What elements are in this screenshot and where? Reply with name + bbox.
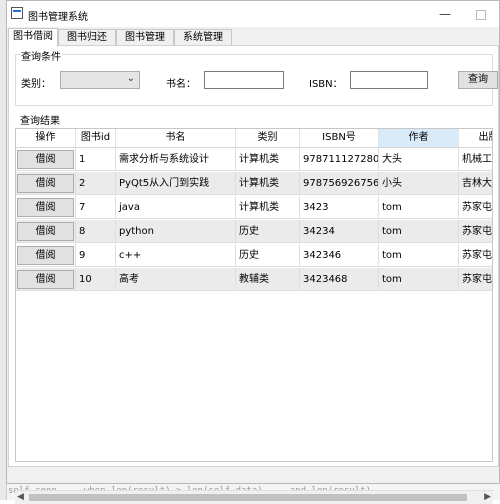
tab-return[interactable]: 图书归还 bbox=[58, 29, 116, 45]
app-window: 图书管理系统 — 图书借阅 图书归还 图书管理 系统管理 查询条件 类别： ⌄ … bbox=[6, 0, 500, 504]
tab-manage[interactable]: 图书管理 bbox=[116, 29, 174, 45]
cell-id[interactable]: 2 bbox=[76, 172, 116, 195]
cell-publisher[interactable]: 吉林大学 bbox=[459, 172, 492, 195]
cell-author[interactable]: tom bbox=[379, 220, 459, 243]
tab-system[interactable]: 系统管理 bbox=[174, 29, 232, 45]
table-row[interactable]: 借阅1需求分析与系统设计计算机类9787111272809大头机械工业 bbox=[16, 148, 492, 171]
column-header-title[interactable]: 书名 bbox=[116, 129, 236, 148]
cell-publisher[interactable]: 苏家屯 bbox=[459, 268, 492, 291]
cell-author[interactable]: tom bbox=[379, 244, 459, 267]
table-row[interactable]: 借阅 7 java 计算机类 3423 tom 苏家屯 bbox=[16, 196, 492, 219]
maximize-button[interactable] bbox=[463, 1, 499, 27]
table-row[interactable]: 借阅 9 c++ 历史 342346 tom 苏家屯 bbox=[16, 244, 492, 267]
tab-borrow[interactable]: 图书借阅 bbox=[8, 28, 58, 47]
cell-title[interactable]: java bbox=[116, 196, 236, 219]
cell-author[interactable]: 小头 bbox=[379, 172, 459, 195]
cell-publisher[interactable]: 苏家屯 bbox=[459, 196, 492, 219]
tab-pane-borrow: 查询条件 类别： ⌄ 书名： ISBN： 查询 查询结果 操作 图书id 书名 … bbox=[8, 45, 499, 504]
horizontal-scrollbar[interactable]: ◀ ▶ bbox=[15, 490, 493, 504]
cell-action: 借阅 bbox=[16, 148, 76, 171]
results-table[interactable]: 操作 图书id 书名 类别 ISBN号 作者 出版 借阅1需求分析与系统设计计算… bbox=[15, 128, 493, 462]
search-button[interactable]: 查询 bbox=[458, 71, 498, 89]
cell-isbn[interactable]: 9787111272809 bbox=[300, 148, 379, 171]
cell-isbn[interactable]: 3423 bbox=[300, 196, 379, 219]
cell-isbn[interactable]: 3423468 bbox=[300, 268, 379, 291]
cell-category[interactable]: 计算机类 bbox=[236, 172, 300, 195]
table-row[interactable]: 借阅2PyQt5从入门到实践计算机类9787569267563小头吉林大学 bbox=[16, 172, 492, 195]
category-select[interactable]: ⌄ bbox=[60, 71, 140, 89]
results-group-title: 查询结果 bbox=[19, 112, 61, 127]
column-header-action[interactable]: 操作 bbox=[16, 129, 76, 148]
cell-publisher[interactable]: 苏家屯 bbox=[459, 220, 492, 243]
borrow-button[interactable]: 借阅 bbox=[17, 270, 74, 289]
category-label: 类别： bbox=[21, 79, 51, 90]
cell-action: 借阅 bbox=[16, 268, 76, 291]
query-group: 查询条件 类别： ⌄ 书名： ISBN： 查询 bbox=[15, 48, 498, 106]
window-title: 图书管理系统 bbox=[28, 12, 88, 23]
cell-id[interactable]: 10 bbox=[76, 268, 116, 291]
app-icon bbox=[11, 7, 23, 19]
title-bar: 图书管理系统 — bbox=[7, 1, 499, 27]
chevron-down-icon: ⌄ bbox=[126, 73, 135, 84]
cell-title[interactable]: python bbox=[116, 220, 236, 243]
table-row[interactable]: 借阅 10 高考 教辅类 3423468 tom 苏家屯 bbox=[16, 268, 492, 291]
cell-isbn[interactable]: 9787569267563 bbox=[300, 172, 379, 195]
cell-title[interactable]: 需求分析与系统设计 bbox=[116, 148, 236, 171]
cell-action: 借阅 bbox=[16, 244, 76, 267]
cell-category[interactable]: 计算机类 bbox=[236, 196, 300, 219]
cell-category[interactable]: 历史 bbox=[236, 244, 300, 267]
query-group-title: 查询条件 bbox=[20, 48, 62, 63]
borrow-button[interactable]: 借阅 bbox=[17, 174, 74, 193]
book-name-label: 书名： bbox=[166, 79, 196, 90]
cell-author[interactable]: tom bbox=[379, 268, 459, 291]
cell-isbn[interactable]: 34234 bbox=[300, 220, 379, 243]
isbn-label: ISBN： bbox=[309, 79, 343, 90]
cell-id[interactable]: 7 bbox=[76, 196, 116, 219]
cell-action: 借阅 bbox=[16, 220, 76, 243]
scroll-right-icon[interactable]: ▶ bbox=[484, 492, 491, 502]
cell-category[interactable]: 计算机类 bbox=[236, 148, 300, 171]
isbn-input[interactable] bbox=[350, 71, 428, 89]
cell-action: 借阅 bbox=[16, 196, 76, 219]
cell-id[interactable]: 1 bbox=[76, 148, 116, 171]
cell-title[interactable]: c++ bbox=[116, 244, 236, 267]
minimize-button[interactable]: — bbox=[427, 1, 463, 27]
cell-publisher[interactable]: 苏家屯 bbox=[459, 244, 492, 267]
status-bar bbox=[7, 467, 499, 483]
cell-category[interactable]: 教辅类 bbox=[236, 268, 300, 291]
cell-title[interactable]: 高考 bbox=[116, 268, 236, 291]
column-header-category[interactable]: 类别 bbox=[236, 129, 300, 148]
column-header-author[interactable]: 作者 bbox=[379, 129, 459, 148]
borrow-button[interactable]: 借阅 bbox=[17, 150, 74, 169]
borrow-button[interactable]: 借阅 bbox=[17, 222, 74, 241]
column-header-isbn[interactable]: ISBN号 bbox=[300, 129, 379, 148]
cell-category[interactable]: 历史 bbox=[236, 220, 300, 243]
scroll-left-icon[interactable]: ◀ bbox=[17, 492, 24, 502]
cell-title[interactable]: PyQt5从入门到实践 bbox=[116, 172, 236, 195]
borrow-button[interactable]: 借阅 bbox=[17, 198, 74, 217]
column-header-publisher[interactable]: 出版 bbox=[459, 129, 492, 148]
maximize-icon bbox=[476, 9, 486, 20]
cell-isbn[interactable]: 342346 bbox=[300, 244, 379, 267]
column-header-id[interactable]: 图书id bbox=[76, 129, 116, 148]
cell-action: 借阅 bbox=[16, 172, 76, 195]
table-row[interactable]: 借阅 8 python 历史 34234 tom 苏家屯 bbox=[16, 220, 492, 243]
cell-id[interactable]: 8 bbox=[76, 220, 116, 243]
cell-publisher[interactable]: 机械工业 bbox=[459, 148, 492, 171]
borrow-button[interactable]: 借阅 bbox=[17, 246, 74, 265]
book-name-input[interactable] bbox=[204, 71, 284, 89]
cell-author[interactable]: 大头 bbox=[379, 148, 459, 171]
cell-author[interactable]: tom bbox=[379, 196, 459, 219]
cell-id[interactable]: 9 bbox=[76, 244, 116, 267]
